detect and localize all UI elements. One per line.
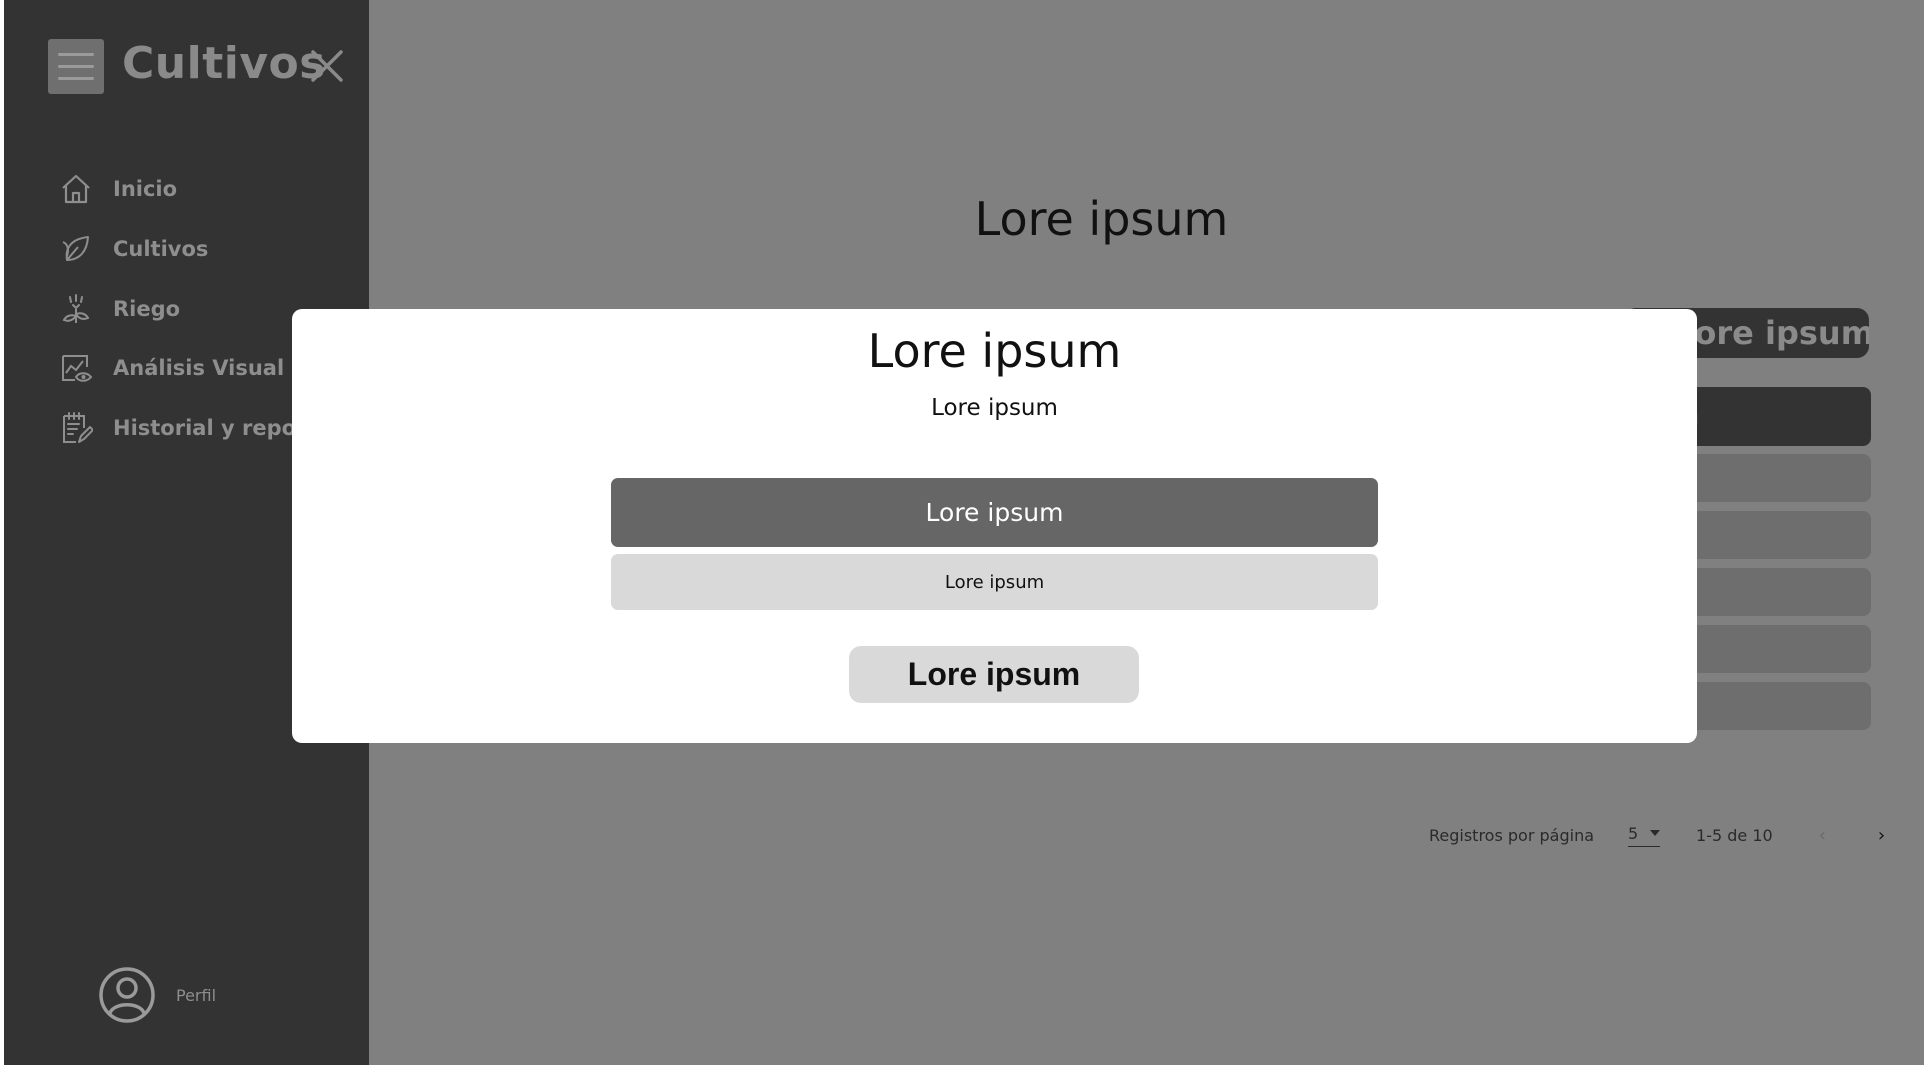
pagination: Registros por página 5 1-5 de 10 ‹ › xyxy=(1429,820,1885,850)
chart-eye-icon xyxy=(62,355,93,382)
menu-icon xyxy=(58,53,94,56)
sidebar-item-label: Análisis Visual xyxy=(113,356,285,380)
profile-link[interactable]: Perfil xyxy=(98,966,216,1024)
primary-button[interactable]: Lore ipsum xyxy=(611,478,1378,547)
home-icon xyxy=(62,174,90,204)
rows-per-page-value: 5 xyxy=(1628,823,1639,843)
sprout-icon xyxy=(62,294,90,323)
sidebar-item-cultivos[interactable]: Cultivos xyxy=(59,229,389,269)
sidebar-item-label: Inicio xyxy=(113,177,178,201)
rows-per-page-label: Registros por página xyxy=(1429,825,1595,845)
rows-per-page-select[interactable]: 5 xyxy=(1628,823,1661,847)
user-avatar-icon xyxy=(99,967,155,1023)
profile-label: Perfil xyxy=(176,985,217,1005)
dialog-subtitle: Lore ipsum xyxy=(931,395,1058,421)
secondary-button[interactable]: Lore ipsum xyxy=(611,554,1378,610)
page-title: Lore ipsum xyxy=(974,192,1229,246)
sidebar-item-label: Cultivos xyxy=(113,237,209,261)
report-icon xyxy=(63,412,93,443)
sidebar-item-inicio[interactable]: Inicio xyxy=(59,169,389,209)
dialog-title: Lore ipsum xyxy=(867,324,1122,378)
menu-icon-bar xyxy=(58,77,94,80)
confirmation-dialog: Lore ipsum Lore ipsum Lore ipsum Lore ip… xyxy=(292,309,1697,743)
menu-toggle-button[interactable] xyxy=(48,39,104,94)
pagination-range: 1-5 de 10 xyxy=(1696,825,1773,845)
app-window: Cultivos Inicio Cultivos Riego Análisis … xyxy=(4,0,1924,1065)
sidebar-item-label: Riego xyxy=(113,297,181,321)
menu-icon-bar xyxy=(58,65,94,68)
cancel-button[interactable]: Lore ipsum xyxy=(849,646,1139,703)
next-page-button[interactable]: › xyxy=(1878,825,1885,846)
caret-down-icon xyxy=(1650,830,1661,836)
app-title: Cultivos xyxy=(122,38,326,89)
prev-page-button[interactable]: ‹ xyxy=(1819,825,1826,846)
close-icon[interactable] xyxy=(310,49,344,83)
leaf-icon xyxy=(62,236,89,261)
